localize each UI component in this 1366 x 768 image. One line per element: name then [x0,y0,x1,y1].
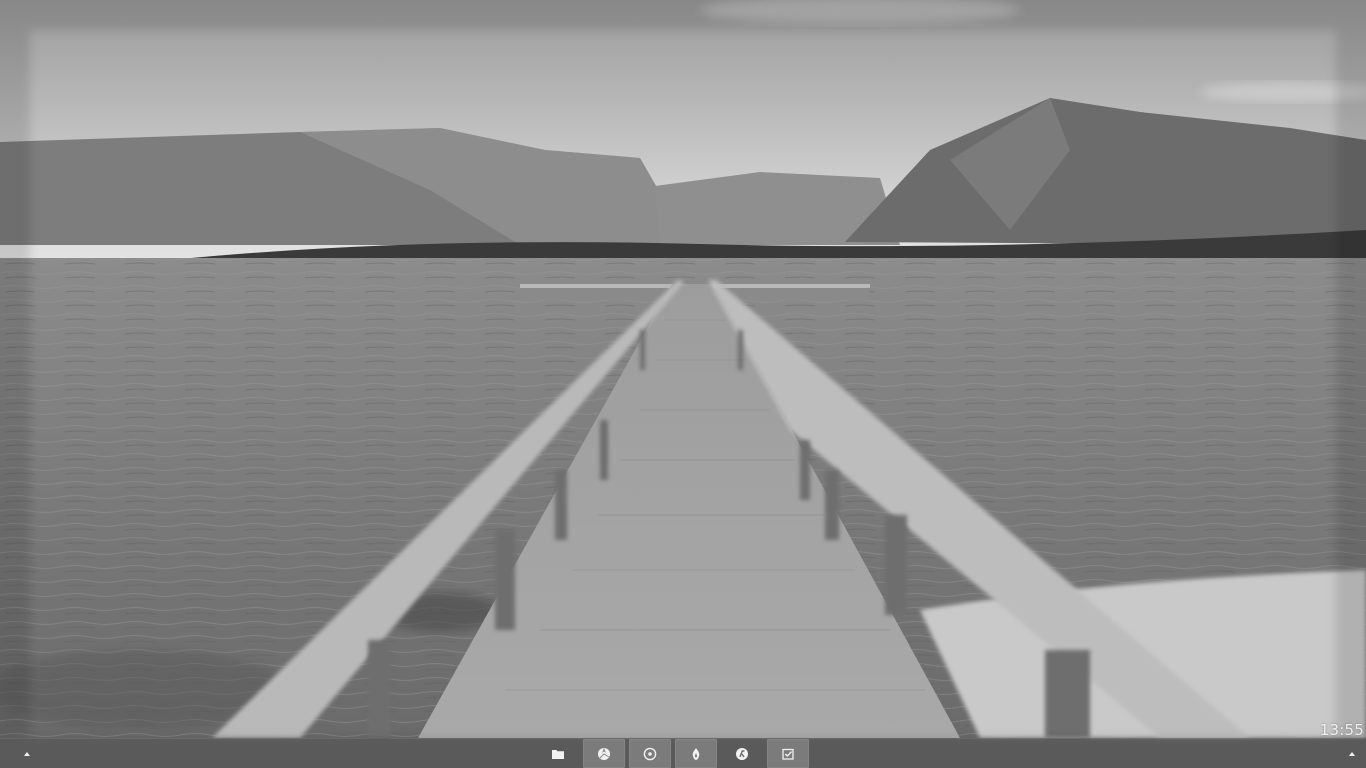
flame-icon [692,747,700,760]
launcher-files[interactable] [537,739,579,768]
launcher-browser[interactable] [583,739,625,768]
wallpaper-scene [0,0,1366,768]
launcher-flame-app[interactable] [675,739,717,768]
browser-icon [598,747,610,760]
taskbar-left-expand-button[interactable] [14,739,40,768]
launcher-media-player[interactable] [629,739,671,768]
launcher-script-app[interactable] [721,739,763,768]
desktop-wallpaper [0,0,1366,768]
arrow-up-icon [24,752,30,756]
app-launcher [537,739,809,768]
task-check-icon [782,748,794,760]
arrow-up-icon [1349,752,1355,756]
taskbar [0,738,1366,768]
launcher-tasks[interactable] [767,739,809,768]
script-icon [736,747,748,760]
media-player-icon [643,747,657,760]
taskbar-right-expand-button[interactable] [1339,739,1365,768]
folder-icon [552,749,564,759]
